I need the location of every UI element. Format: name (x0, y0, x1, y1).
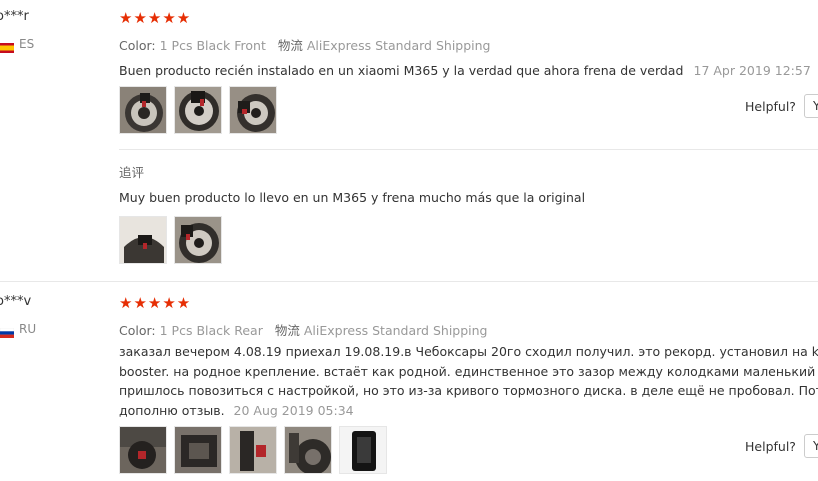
append-review-label: 追评 (119, 165, 145, 180)
helpful-label: Helpful? (745, 99, 796, 114)
reviewer-country: RU (19, 322, 37, 336)
shipping-value: AliExpress Standard Shipping (306, 38, 491, 53)
review-photo-thumbnail[interactable] (119, 86, 167, 134)
reviewer-name: o***r (0, 9, 29, 24)
append-photo-thumbnail[interactable] (174, 216, 222, 264)
helpful-label: Helpful? (745, 439, 796, 454)
review-text-line: пришлось повозиться с настройкой, но это… (119, 383, 818, 398)
reviewer-name: o***v (0, 294, 32, 309)
color-label: Color: (119, 38, 156, 53)
review-photo-thumbnail[interactable] (229, 86, 277, 134)
color-label: Color: (119, 323, 156, 338)
reviewer-country: ES (19, 37, 35, 51)
country-flag-ru-icon (0, 323, 15, 342)
review-sku-info: Color: 1 Pcs Black Front 物流 AliExpress S… (119, 35, 491, 54)
shipping-label: 物流 (277, 38, 303, 53)
append-photo-thumbnail[interactable] (119, 216, 167, 264)
review-photo-thumbnail[interactable] (229, 426, 277, 474)
review-text: Buen producto recién instalado en un xia… (119, 63, 684, 78)
review-photo-thumbnail[interactable] (339, 426, 387, 474)
helpful-yes-button[interactable]: Y (804, 94, 818, 118)
review-text-line: booster. на родное крепление. встаёт как… (119, 363, 818, 379)
review-date: 20 Aug 2019 05:34 (233, 402, 354, 418)
country-flag-es-icon (0, 38, 14, 57)
append-review-text: Muy buen producto lo llevo en un M365 y … (119, 190, 586, 205)
review-date: 17 Apr 2019 12:57 (693, 63, 811, 78)
shipping-value: AliExpress Standard Shipping (303, 323, 488, 338)
divider (119, 149, 818, 150)
review-text-line: дополню отзыв. (119, 402, 225, 418)
review-divider (0, 281, 818, 282)
review-sku-info: Color: 1 Pcs Black Rear 物流 AliExpress St… (119, 320, 488, 339)
review-photo-thumbnail[interactable] (284, 426, 332, 474)
color-value: 1 Pcs Black Rear (159, 323, 263, 338)
rating-stars: ★★★★★ (119, 9, 192, 27)
review-photo-thumbnail[interactable] (174, 86, 222, 134)
helpful-yes-button[interactable]: Y (804, 434, 818, 458)
review-photo-thumbnail[interactable] (119, 426, 167, 474)
review-text-line: заказал вечером 4.08.19 приехал 19.08.19… (119, 344, 818, 359)
review-photo-thumbnail[interactable] (174, 426, 222, 474)
shipping-label: 物流 (274, 323, 300, 338)
rating-stars: ★★★★★ (119, 294, 192, 312)
color-value: 1 Pcs Black Front (159, 38, 266, 53)
review-text: заказал вечером 4.08.19 приехал 19.08.19… (119, 342, 818, 420)
review-text-row: Buen producto recién instalado en un xia… (119, 60, 811, 79)
